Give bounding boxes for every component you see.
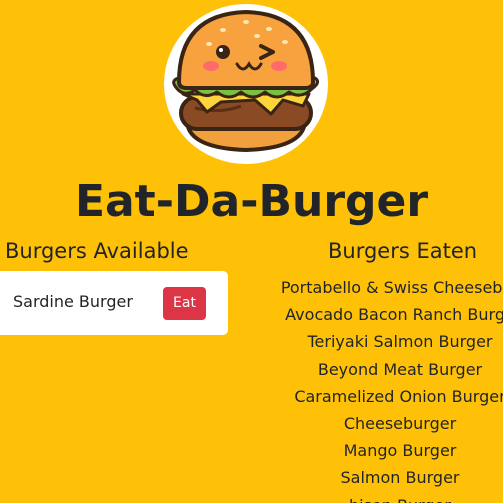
burger-name: Sardine Burger (13, 292, 133, 311)
burgers-available-heading: Burgers Available (5, 239, 189, 263)
eaten-burgers-list: Portabello & Swiss Cheesebur Avocado Bac… (250, 274, 503, 503)
burgers-eaten-heading: Burgers Eaten (328, 239, 478, 263)
list-item: bison Burger (250, 492, 503, 503)
page-title: Eat-Da-Burger (74, 176, 429, 227)
list-item: Salmon Burger (340, 468, 460, 488)
list-item: Teriyaki Salmon Burger (307, 332, 493, 352)
list-item: Cheeseburger (343, 413, 457, 433)
burger-mascot-icon (164, 4, 328, 164)
list-item: Beyond Meat Burger (317, 359, 483, 379)
list-item: Mango Burger (343, 441, 457, 461)
list-item: Portabello & Swiss Cheesebur (280, 278, 503, 297)
list-item: Caramelized Onion Burger (294, 386, 503, 406)
page: Eat-Da-Burger Burgers Available Burgers … (0, 0, 503, 503)
available-burger-card: Sardine Burger Eat (0, 271, 228, 335)
eat-button[interactable]: Eat (163, 287, 206, 320)
list-item: Avocado Bacon Ranch Burge (285, 305, 503, 325)
